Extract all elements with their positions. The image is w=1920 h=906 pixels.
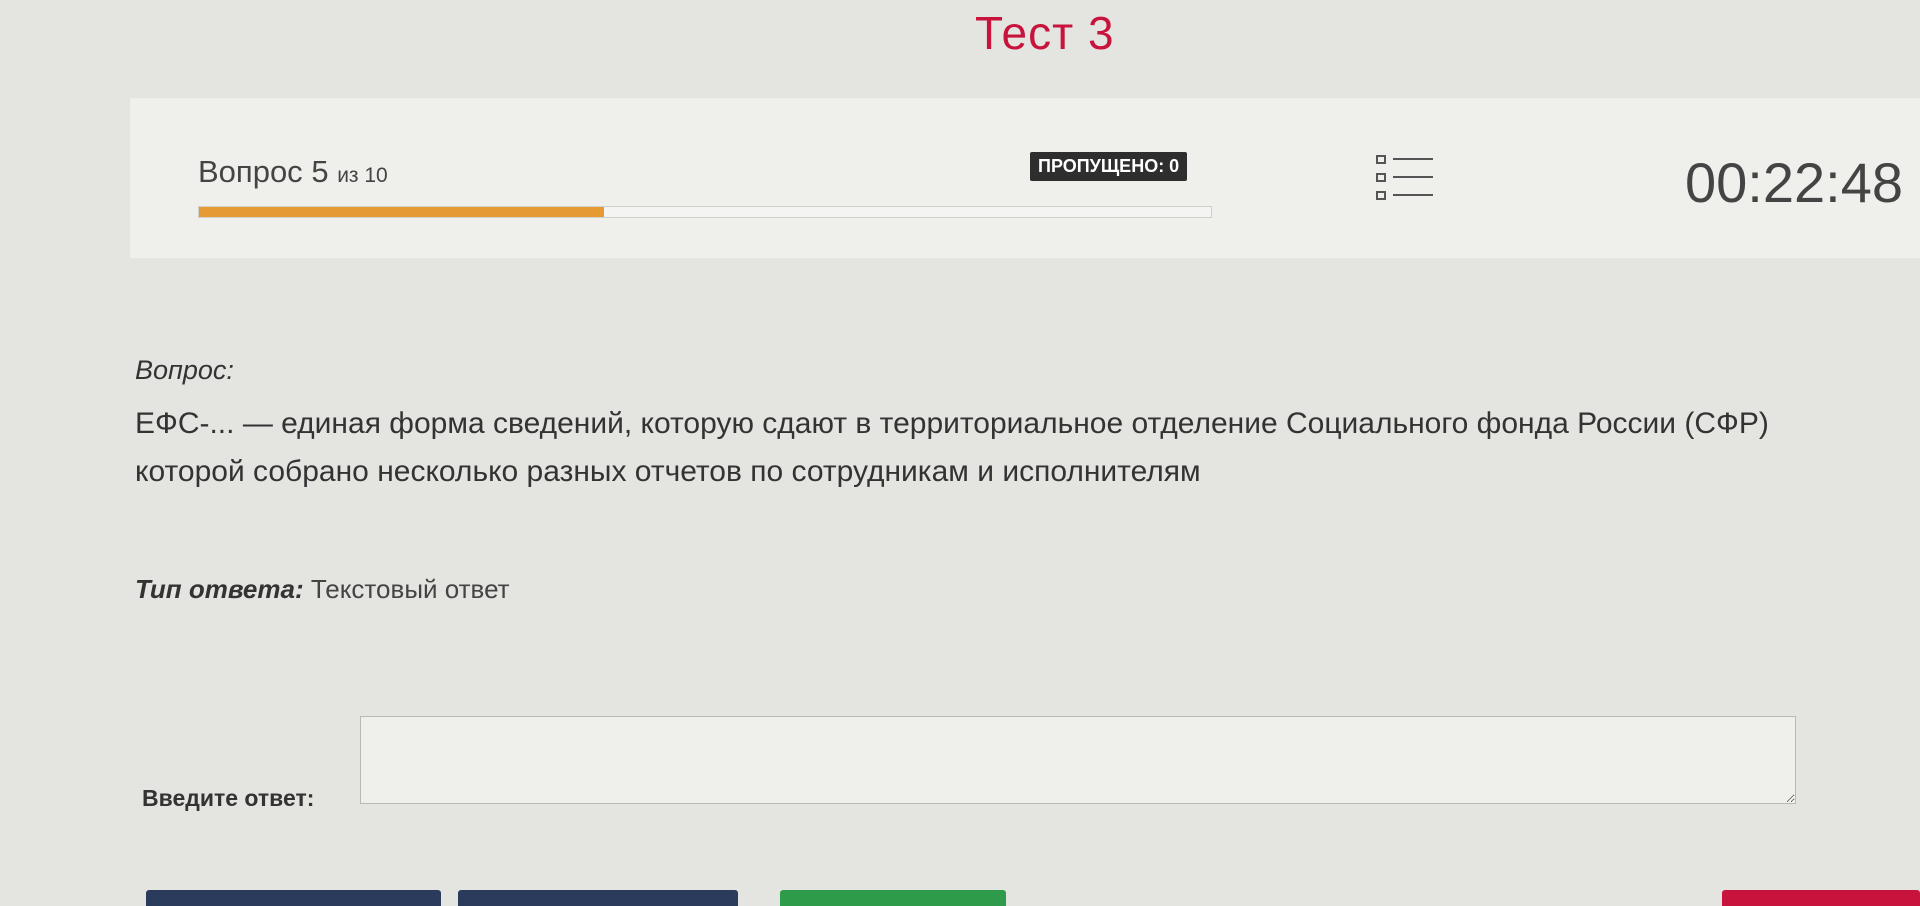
answer-input[interactable] bbox=[360, 716, 1796, 804]
answer-label: Введите ответ: bbox=[142, 785, 315, 811]
question-word: Вопрос bbox=[198, 154, 303, 189]
answer-type-label: Тип ответа: bbox=[135, 574, 304, 604]
answer-type-value: Текстовый ответ bbox=[310, 574, 510, 604]
test-header-panel: Вопрос 5 из 10 ПРОПУЩЕНО: 0 00:22:48 bbox=[130, 98, 1920, 258]
question-number: 5 bbox=[311, 154, 329, 189]
question-label: Вопрос: bbox=[135, 355, 234, 385]
question-counter: Вопрос 5 из 10 bbox=[198, 154, 388, 190]
nav-button-1[interactable] bbox=[146, 890, 441, 906]
nav-button-2[interactable] bbox=[458, 890, 738, 906]
question-total: из 10 bbox=[337, 164, 388, 187]
progress-bar-fill bbox=[199, 207, 604, 217]
progress-bar bbox=[198, 206, 1212, 218]
nav-button-4[interactable] bbox=[1722, 890, 1920, 906]
question-text-line-2: которой собрано несколько разных отчетов… bbox=[135, 455, 1201, 488]
list-icon-svg bbox=[1376, 155, 1433, 200]
page-title: Тест 3 bbox=[975, 7, 1115, 59]
timer: 00:22:48 bbox=[1685, 151, 1903, 214]
list-icon[interactable] bbox=[1375, 154, 1437, 209]
question-text-line-1: ЕФС-... — единая форма сведений, которую… bbox=[135, 407, 1769, 440]
question-text: ЕФС-... — единая форма сведений, которую… bbox=[135, 400, 1920, 496]
skipped-badge[interactable]: ПРОПУЩЕНО: 0 bbox=[1030, 152, 1188, 181]
nav-button-3[interactable] bbox=[780, 890, 1006, 906]
answer-type: Тип ответа: Текстовый ответ bbox=[135, 574, 510, 605]
